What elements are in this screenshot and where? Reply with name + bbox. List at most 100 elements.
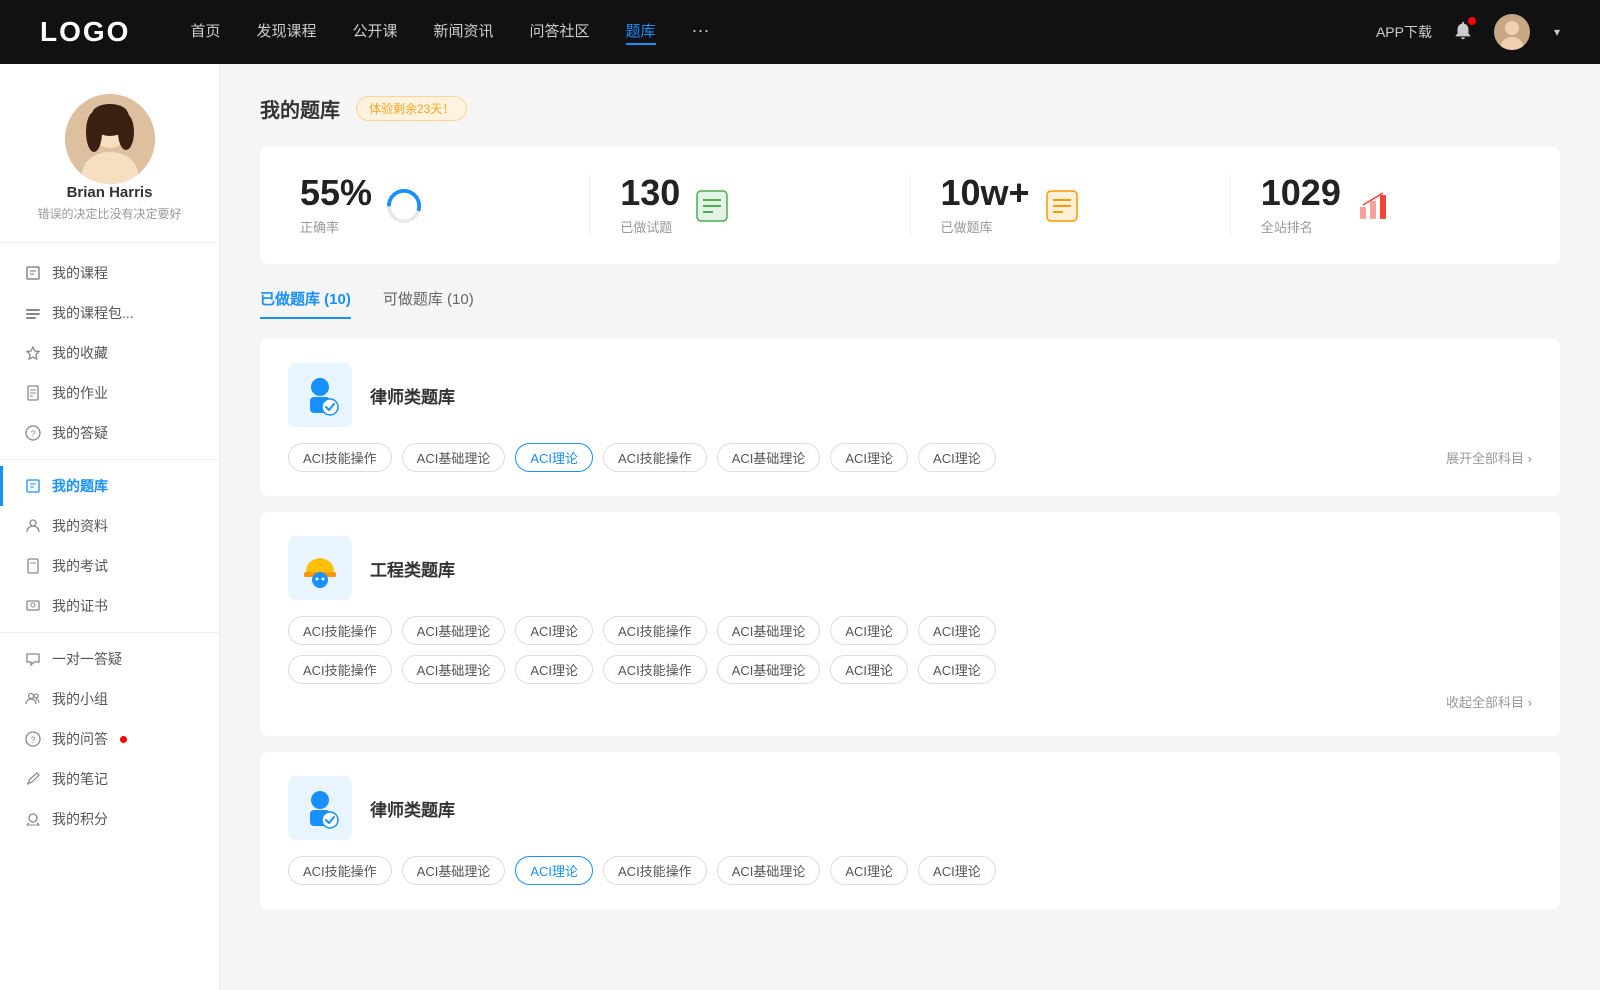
sidebar-item-my-question[interactable]: ? 我的问答 [0,719,219,759]
tag-1-12[interactable]: ACI理论 [830,655,908,684]
nav-link-discover[interactable]: 发现课程 [256,20,316,45]
stat-banks-done-value: 10w+ [941,175,1030,211]
sidebar-item-my-data[interactable]: 我的资料 [0,506,219,546]
tag-1-11[interactable]: ACI基础理论 [717,655,821,684]
notification-bell[interactable] [1452,19,1474,46]
tab-done[interactable]: 已做题库 (10) [260,288,351,319]
nav-link-qa[interactable]: 问答社区 [530,20,590,45]
sidebar-item-my-question-label: 我的问答 [52,729,108,749]
tag-1-1[interactable]: ACI基础理论 [402,616,506,645]
sidebar-menu: 我的课程 我的课程包... 我的收藏 我的作业 [0,253,219,839]
nav-links: 首页 发现课程 公开课 新闻资讯 问答社区 题库 ··· [190,20,1376,45]
tag-2-1[interactable]: ACI基础理论 [402,856,506,885]
my-data-icon [24,517,42,535]
tag-1-6[interactable]: ACI理论 [918,616,996,645]
tag-1-10[interactable]: ACI技能操作 [603,655,707,684]
my-exam-icon [24,557,42,575]
lawyer2-icon [296,784,344,832]
engineer-icon [296,544,344,592]
bank-card-0-header: 律师类题库 [288,363,1532,427]
tag-1-7[interactable]: ACI技能操作 [288,655,392,684]
bank-card-2-header: 律师类题库 [288,776,1532,840]
sidebar-item-my-exam[interactable]: 我的考试 [0,546,219,586]
tag-2-4[interactable]: ACI基础理论 [717,856,821,885]
sidebar-item-favorites[interactable]: 我的收藏 [0,333,219,373]
tag-2-5[interactable]: ACI理论 [830,856,908,885]
svg-text:?: ? [30,429,35,439]
bank-card-1-collapse[interactable]: 收起全部科目 › [1446,695,1532,710]
sidebar-item-homework[interactable]: 我的作业 [0,373,219,413]
sidebar-item-my-course[interactable]: 我的课程 [0,253,219,293]
tag-1-3[interactable]: ACI技能操作 [603,616,707,645]
nav-link-home[interactable]: 首页 [190,20,220,45]
stat-ranking-icon [1355,188,1391,224]
page-title: 我的题库 [260,94,340,123]
divider-2 [0,632,219,633]
tag-0-2[interactable]: ACI理论 [515,443,593,472]
tag-1-8[interactable]: ACI基础理论 [402,655,506,684]
trial-badge: 体验剩余23天！ [356,96,467,121]
nav-link-more[interactable]: ··· [692,20,710,45]
stat-ranking-label: 全站排名 [1261,217,1341,236]
tag-0-0[interactable]: ACI技能操作 [288,443,392,472]
tag-2-6[interactable]: ACI理论 [918,856,996,885]
tag-0-6[interactable]: ACI理论 [918,443,996,472]
sidebar-item-answer-q[interactable]: ? 我的答疑 [0,413,219,453]
tag-1-5[interactable]: ACI理论 [830,616,908,645]
svg-text:?: ? [30,735,35,745]
tag-0-1[interactable]: ACI基础理论 [402,443,506,472]
nav-link-quiz[interactable]: 题库 [626,20,656,45]
tag-0-4[interactable]: ACI基础理论 [717,443,821,472]
bank-card-1-tags-wrap: ACI技能操作 ACI基础理论 ACI理论 ACI技能操作 ACI基础理论 AC… [288,616,1532,712]
tag-1-4[interactable]: ACI基础理论 [717,616,821,645]
bank-card-2: 律师类题库 ACI技能操作 ACI基础理论 ACI理论 ACI技能操作 ACI基… [260,752,1560,909]
tag-0-5[interactable]: ACI理论 [830,443,908,472]
nav-link-news[interactable]: 新闻资讯 [434,20,494,45]
sidebar-item-course-package[interactable]: 我的课程包... [0,293,219,333]
app-download-button[interactable]: APP下载 [1376,22,1432,42]
sidebar-item-one-on-one[interactable]: 一对一答疑 [0,639,219,679]
sidebar-item-my-quiz[interactable]: 我的题库 [0,466,219,506]
stat-questions-done: 130 已做试题 [620,175,910,236]
sidebar-item-my-points[interactable]: 我的积分 [0,799,219,839]
stat-accuracy-value: 55% [300,175,372,211]
stat-accuracy-text: 55% 正确率 [300,175,372,236]
course-icon [24,264,42,282]
sidebar-item-my-group[interactable]: 我的小组 [0,679,219,719]
nav-link-open-course[interactable]: 公开课 [352,20,397,45]
stat-ranking-value: 1029 [1261,175,1341,211]
tag-1-2[interactable]: ACI理论 [515,616,593,645]
user-dropdown-arrow[interactable]: ▾ [1554,25,1560,39]
sidebar-item-my-data-label: 我的资料 [52,516,108,536]
tag-2-2[interactable]: ACI理论 [515,856,593,885]
tag-1-9[interactable]: ACI理论 [515,655,593,684]
bank-card-2-icon [288,776,352,840]
stat-questions-done-value: 130 [620,175,680,211]
tag-2-3[interactable]: ACI技能操作 [603,856,707,885]
profile-motto: 错误的决定比没有决定要好 [17,205,201,222]
favorites-icon [24,344,42,362]
stat-banks-done-text: 10w+ 已做题库 [941,175,1030,236]
my-question-icon: ? [24,730,42,748]
sidebar-item-my-group-label: 我的小组 [52,689,108,709]
tag-2-0[interactable]: ACI技能操作 [288,856,392,885]
question-notification-dot [120,736,127,743]
sidebar-item-my-cert[interactable]: 我的证书 [0,586,219,626]
tab-available[interactable]: 可做题库 (10) [383,288,474,319]
tag-1-0[interactable]: ACI技能操作 [288,616,392,645]
sidebar-item-my-notes[interactable]: 我的笔记 [0,759,219,799]
bank-card-0-title: 律师类题库 [370,383,455,408]
divider-1 [0,459,219,460]
stat-questions-done-icon [694,188,730,224]
profile-name: Brian Harris [67,184,153,201]
user-avatar[interactable] [1494,14,1530,50]
tag-1-13[interactable]: ACI理论 [918,655,996,684]
stat-questions-done-text: 130 已做试题 [620,175,680,236]
bank-card-1-tags-row1: ACI技能操作 ACI基础理论 ACI理论 ACI技能操作 ACI基础理论 AC… [288,616,1532,645]
stat-accuracy: 55% 正确率 [300,175,590,236]
bank-card-0-expand[interactable]: 展开全部科目 › [1446,448,1532,467]
tag-0-3[interactable]: ACI技能操作 [603,443,707,472]
sidebar-item-favorites-label: 我的收藏 [52,343,108,363]
profile-avatar-image [65,94,155,184]
quiz-icon [24,477,42,495]
